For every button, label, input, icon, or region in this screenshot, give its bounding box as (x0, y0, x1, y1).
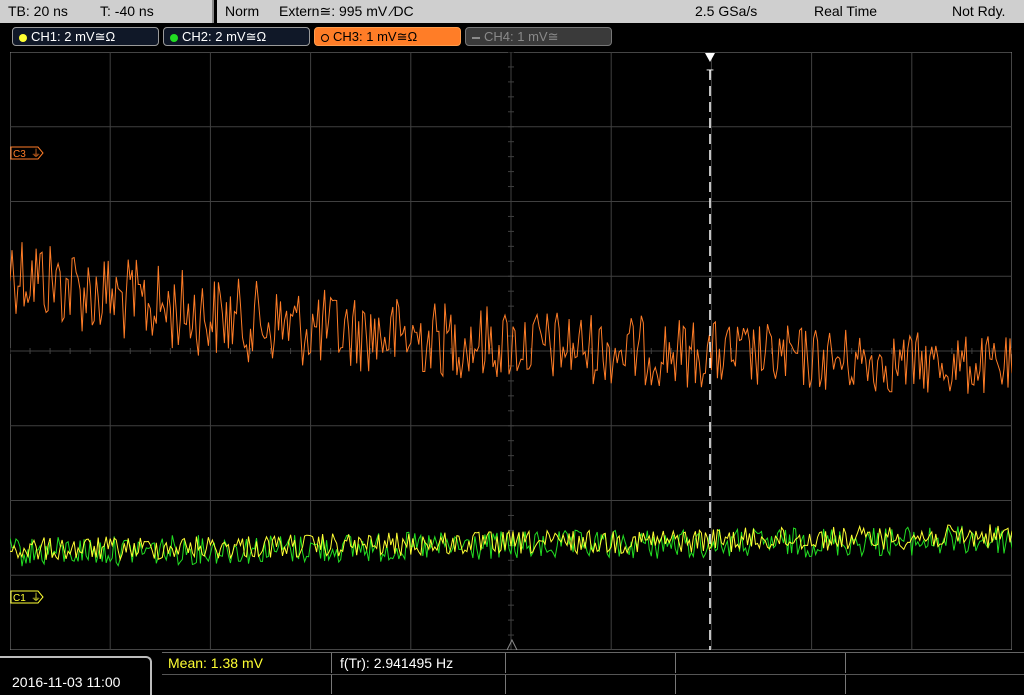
channel-3-marker-label: C3 (13, 149, 26, 160)
datetime-label: 2016-11-03 11:00 (12, 674, 121, 690)
measurement-cell-empty-7[interactable] (676, 674, 846, 694)
channel-1-ground-icon: ⏚ (31, 592, 41, 604)
channel-bar: CH1: 2 mV≅Ω CH2: 2 mV≅Ω CH3: 1 mV≅Ω CH4:… (0, 24, 1024, 50)
channel-1-indicator-icon (19, 33, 27, 42)
channel-1-button[interactable]: CH1: 2 mV≅Ω (12, 27, 159, 46)
measurement-cell-empty-4[interactable] (162, 674, 332, 694)
channel-3-ground-icon: ⏚ (31, 148, 41, 160)
channel-1-label: CH1: 2 mV≅Ω (31, 29, 116, 44)
status-bar: TB: 20 ns T: -40 ns Norm Extern≅: 995 mV… (0, 0, 1024, 24)
datetime-panel: 2016-11-03 11:00 (0, 656, 152, 695)
mean-measurement-label: Mean: 1.38 mV (168, 655, 263, 671)
channel-1-marker-label: C1 (13, 593, 26, 604)
timebase-label: TB: 20 ns (8, 3, 68, 19)
channel-4-indicator-icon (472, 36, 480, 39)
measurement-cell-empty-1[interactable] (506, 653, 676, 673)
measurement-cell-empty-8[interactable] (846, 674, 1024, 694)
channel-4-label: CH4: 1 mV≅ (484, 29, 559, 44)
channel-2-label: CH2: 2 mV≅Ω (182, 29, 267, 44)
sample-rate-label: 2.5 GSa/s (695, 3, 758, 19)
measurement-cell-mean[interactable]: Mean: 1.38 mV (162, 653, 332, 673)
channel-3-label: CH3: 1 mV≅Ω (333, 29, 418, 44)
channel-2-button[interactable]: CH2: 2 mV≅Ω (163, 27, 310, 46)
measurement-cell-empty-6[interactable] (506, 674, 676, 694)
channel-3-offset-marker[interactable]: C3 ⏚ (10, 146, 44, 160)
channel-3-indicator-icon (321, 33, 329, 42)
measurement-cell-empty-2[interactable] (676, 653, 846, 673)
measurement-cell-empty-5[interactable] (332, 674, 506, 694)
channel-2-indicator-icon (170, 33, 178, 42)
trigger-source-label: Extern≅: 995 mV ⁄DC (279, 3, 414, 19)
trigger-marker-label: T (706, 67, 714, 81)
channel-4-button[interactable]: CH4: 1 mV≅ (465, 27, 612, 46)
frequency-measurement-label: f(Tr): 2.941495 Hz (340, 655, 454, 671)
trigger-time-label: T: -40 ns (100, 3, 154, 19)
measurement-cell-frequency[interactable]: f(Tr): 2.941495 Hz (332, 653, 506, 673)
acquisition-panel[interactable]: Norm Extern≅: 995 mV ⁄DC 2.5 GSa/s Real … (217, 0, 1024, 23)
acquisition-mode-label: Real Time (814, 3, 878, 19)
waveform-display[interactable]: T C3 ⏚ C1 ⏚ (10, 52, 1012, 650)
trigger-mode-label: Norm (225, 3, 260, 19)
status-label: Not Rdy. (952, 3, 1006, 19)
measurement-panel[interactable]: Mean: 1.38 mV f(Tr): 2.941495 Hz (162, 652, 1024, 695)
measurement-cell-empty-3[interactable] (846, 653, 1024, 673)
timebase-panel[interactable]: TB: 20 ns T: -40 ns (0, 0, 214, 23)
channel-1-offset-marker[interactable]: C1 ⏚ (10, 590, 44, 604)
channel-3-button[interactable]: CH3: 1 mV≅Ω (314, 27, 461, 46)
